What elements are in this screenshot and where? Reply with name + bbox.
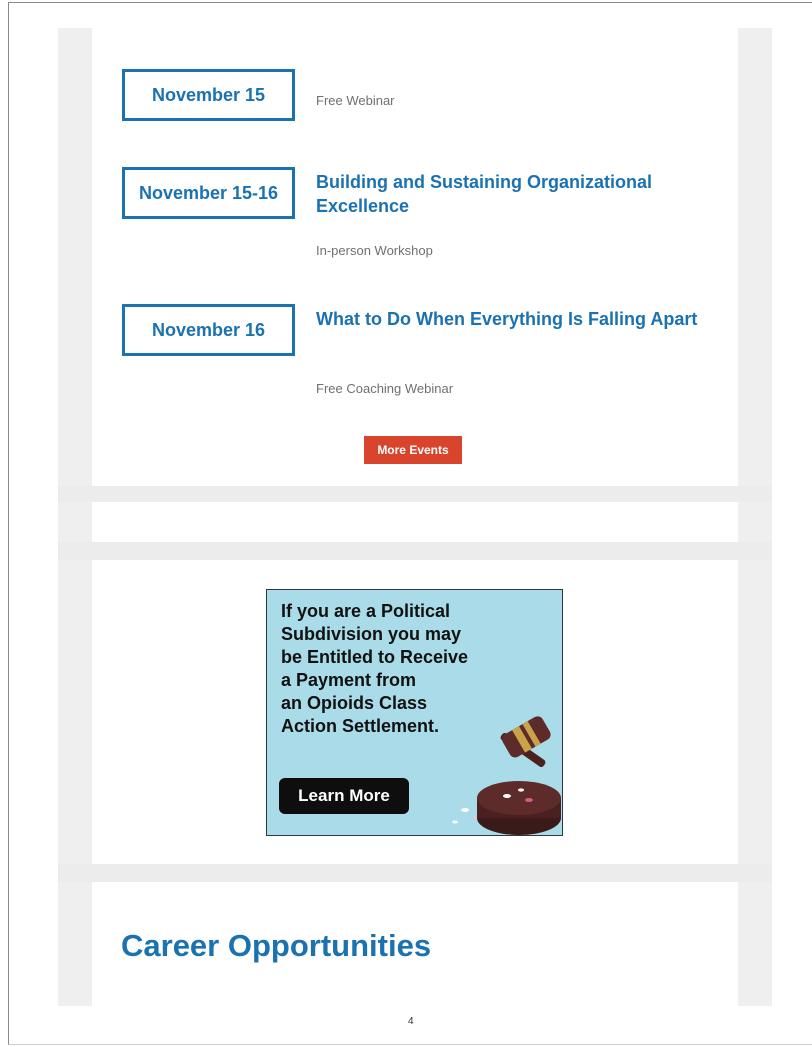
- event-title-link[interactable]: Building and Sustaining Organizational E…: [316, 170, 716, 218]
- section-divider: [58, 542, 772, 560]
- event-type: In-person Workshop: [316, 243, 433, 258]
- event-date-box: November 15-16: [122, 167, 295, 219]
- career-opportunities-heading: Career Opportunities: [121, 928, 432, 963]
- spacer-strip: [92, 502, 738, 542]
- learn-more-button[interactable]: Learn More: [279, 778, 409, 814]
- event-title-link[interactable]: What to Do When Everything Is Falling Ap…: [316, 307, 716, 331]
- email-background-right: [738, 28, 772, 1006]
- section-divider: [58, 486, 772, 502]
- event-date-box: November 16: [122, 304, 295, 356]
- gavel-pills-icon: [452, 716, 561, 835]
- section-divider: [58, 864, 772, 882]
- event-type: Free Webinar: [316, 93, 395, 108]
- page-number: 4: [408, 1016, 414, 1027]
- event-type: Free Coaching Webinar: [316, 381, 454, 396]
- opioid-settlement-ad[interactable]: If you are a Political Subdivision you m…: [266, 589, 563, 836]
- event-date-box: November 15: [122, 69, 295, 121]
- email-background-left: [58, 28, 92, 1006]
- more-events-button[interactable]: More Events: [364, 436, 462, 464]
